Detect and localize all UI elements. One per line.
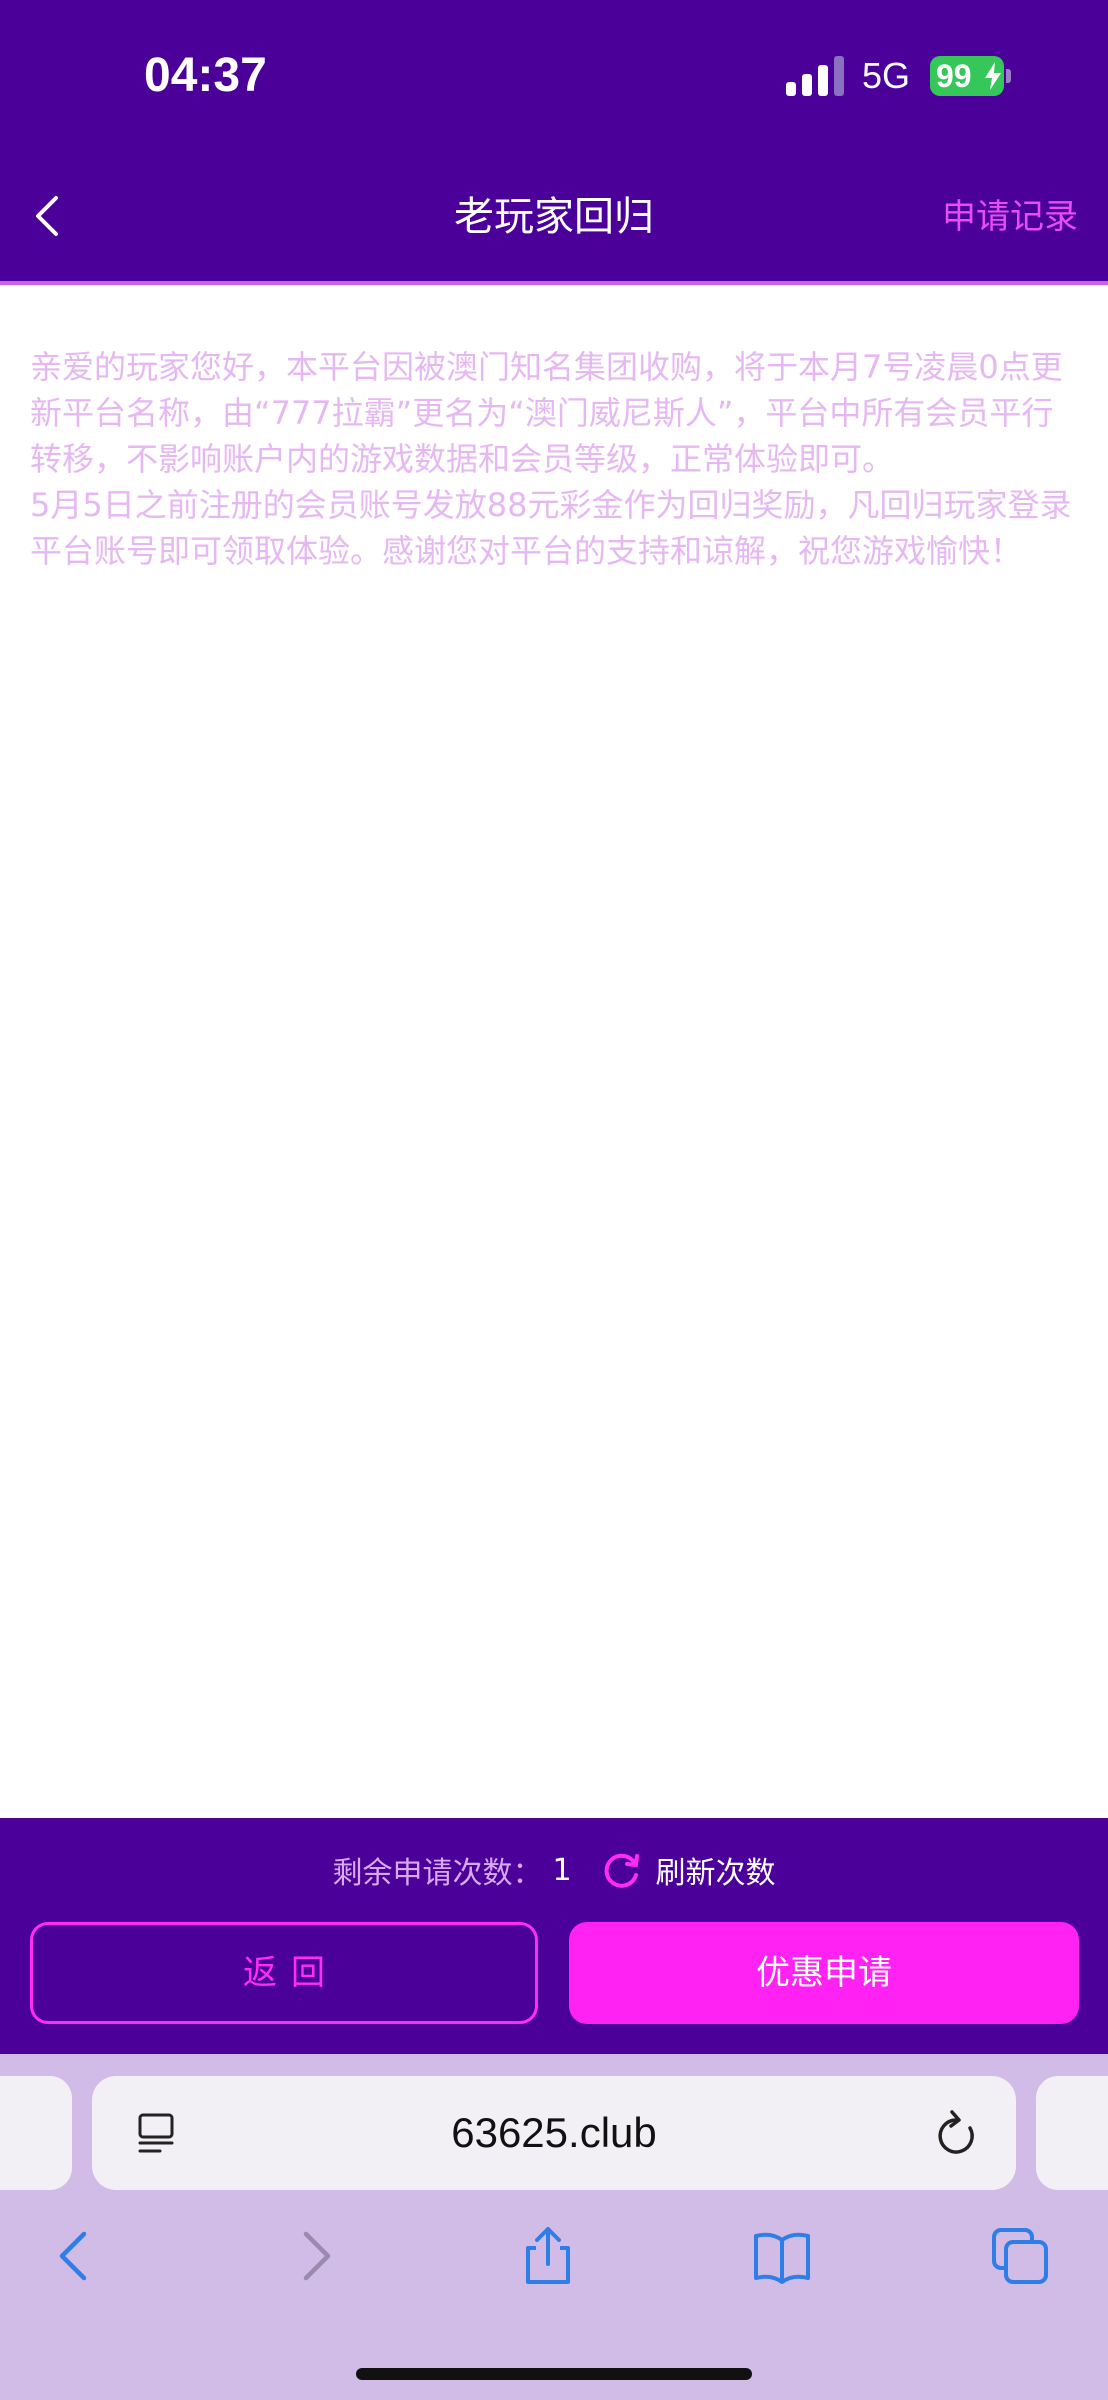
share-icon[interactable] <box>518 2226 578 2286</box>
tabs-icon[interactable] <box>990 2226 1050 2286</box>
remaining-label: 剩余申请次数： <box>332 1856 543 1891</box>
previous-tab-preview[interactable] <box>0 2076 72 2190</box>
next-tab-preview[interactable] <box>1036 2076 1108 2190</box>
remaining-applications-row: 剩余申请次数： 1 刷新次数 <box>0 1846 1108 1894</box>
battery-icon: 99 <box>930 56 1012 96</box>
bookmarks-icon[interactable] <box>752 2226 812 2286</box>
remaining-count: 1 <box>552 1852 572 1888</box>
announcement-text: 亲爱的玩家您好，本平台因被澳门知名集团收购，将于本月7号凌晨0点更新平台名称，由… <box>30 348 1072 570</box>
url-text[interactable]: 63625.club <box>242 2076 866 2190</box>
header-divider <box>0 281 1108 285</box>
network-type: 5G <box>862 55 911 96</box>
address-bar[interactable]: 63625.club <box>92 2076 1016 2190</box>
home-indicator <box>356 2368 752 2380</box>
reload-icon[interactable] <box>934 2108 980 2158</box>
page-title: 老玩家回归 <box>454 194 654 240</box>
status-time: 04:37 <box>144 49 267 102</box>
apply-offer-button[interactable]: 优惠申请 <box>569 1922 1079 2024</box>
application-record-link[interactable]: 申请记录 <box>942 190 1078 244</box>
charging-bolt-icon <box>985 62 1001 90</box>
battery-cap <box>1006 69 1011 83</box>
browser-back-icon[interactable] <box>44 2226 104 2286</box>
page-menu-icon[interactable] <box>136 2112 178 2154</box>
back-chevron-button[interactable] <box>24 186 70 246</box>
return-button[interactable]: 返回 <box>30 1922 538 2024</box>
refresh-icon[interactable] <box>602 1850 642 1890</box>
chevron-left-icon <box>36 196 58 236</box>
signal-icon <box>786 56 844 96</box>
browser-forward-icon[interactable] <box>286 2226 346 2286</box>
refresh-count-button[interactable]: 刷新次数 <box>656 1848 776 1892</box>
